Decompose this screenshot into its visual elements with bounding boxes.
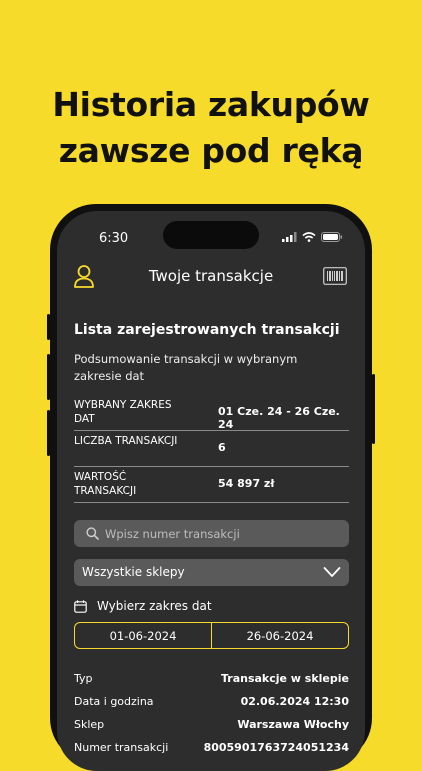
status-icons	[282, 232, 343, 242]
detail-row-store: Sklep Warszawa Włochy	[74, 718, 349, 741]
summary-label: Liczba transakcji	[74, 435, 178, 447]
detail-row-number: Numer transakcji 8005901763724051234	[74, 741, 349, 764]
app-bar: Twoje transakcje	[57, 255, 365, 299]
phone-frame: 6:30 Twoje transakcje Lista zarejestrowa…	[47, 204, 375, 771]
section-subtitle: Podsumowanie transakcji w wybranym zakre…	[74, 352, 298, 383]
mute-switch	[47, 314, 50, 340]
summary-value: 01 Cze. 24 - 26 Cze. 24	[218, 405, 340, 431]
date-from-field[interactable]: 01-06-2024	[75, 623, 211, 648]
detail-label: Sklep	[74, 718, 105, 731]
headline-line-1: Historia zakupów	[52, 85, 370, 124]
summary-table: Wybrany zakres dat 01 Cze. 24 - 26 Cze. …	[74, 395, 349, 503]
wifi-icon	[302, 232, 316, 242]
section-title: Lista zarejestrowanych transakcji	[74, 322, 340, 338]
calendar-icon	[74, 599, 87, 613]
headline: Historia zakupów zawsze pod ręką	[0, 82, 422, 174]
battery-icon	[321, 232, 343, 242]
summary-row-count: Liczba transakcji 6	[74, 431, 349, 467]
detail-value: 02.06.2024 12:30	[240, 695, 349, 708]
detail-row-datetime: Data i godzina 02.06.2024 12:30	[74, 695, 349, 718]
summary-row-date-range: Wybrany zakres dat 01 Cze. 24 - 26 Cze. …	[74, 395, 349, 431]
dynamic-island	[163, 221, 259, 249]
chevron-down-icon	[323, 567, 341, 577]
headline-line-2: zawsze pod ręką	[58, 131, 364, 170]
search-bar	[74, 520, 349, 547]
detail-label: Data i godzina	[74, 695, 154, 708]
detail-value: Transakcje w sklepie	[220, 672, 349, 685]
summary-label: Wartość transakcji	[74, 471, 137, 497]
detail-value: 8005901763724051234	[203, 741, 349, 754]
summary-value: 6	[218, 441, 226, 454]
transaction-details[interactable]: Typ Transakcje w sklepie Data i godzina …	[74, 672, 349, 764]
volume-up-button	[47, 354, 50, 400]
summary-row-total: Wartość transakcji 54 897 zł	[74, 467, 349, 503]
date-to-field[interactable]: 26-06-2024	[211, 623, 348, 648]
store-select[interactable]: Wszystkie sklepy	[74, 559, 349, 586]
summary-value: 54 897 zł	[218, 477, 275, 490]
detail-row-type: Typ Transakcje w sklepie	[74, 672, 349, 695]
search-icon	[86, 527, 99, 540]
power-button	[372, 374, 375, 444]
store-select-value: Wszystkie sklepy	[82, 565, 185, 579]
search-input[interactable]	[105, 526, 325, 541]
detail-label: Typ	[74, 672, 93, 685]
barcode-icon[interactable]	[323, 267, 347, 285]
signal-icon	[282, 232, 297, 242]
status-time: 6:30	[99, 231, 129, 246]
detail-label: Numer transakcji	[74, 741, 169, 754]
summary-label: Wybrany zakres dat	[74, 399, 172, 425]
date-range-picker: 01-06-2024 26-06-2024	[74, 622, 349, 649]
date-range-label: Wybierz zakres dat	[97, 599, 212, 613]
detail-value: Warszawa Włochy	[237, 718, 349, 731]
page-title: Twoje transakcje	[148, 267, 274, 285]
date-range-header: Wybierz zakres dat	[74, 599, 212, 613]
volume-down-button	[47, 410, 50, 456]
phone-screen: 6:30 Twoje transakcje Lista zarejestrowa…	[57, 211, 365, 771]
